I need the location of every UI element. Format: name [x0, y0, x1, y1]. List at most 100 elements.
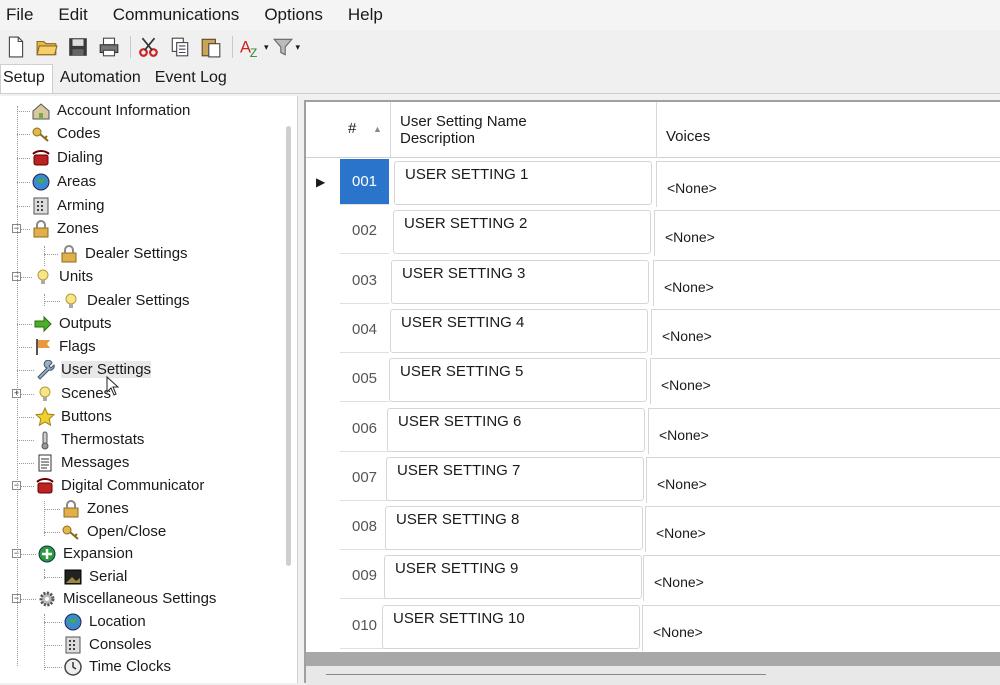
row-number-cell[interactable]: 005: [340, 356, 389, 403]
voices-cell[interactable]: <None>: [645, 506, 1000, 553]
keypad-icon: [62, 634, 84, 656]
tab-automation[interactable]: Automation: [53, 65, 148, 93]
user-setting-name-field[interactable]: USER SETTING 10: [382, 604, 640, 649]
user-setting-name-field[interactable]: USER SETTING 7: [386, 456, 644, 501]
save-icon[interactable]: [64, 34, 92, 60]
tree-item-expansion[interactable]: Expansion: [36, 542, 133, 565]
tree-item-location[interactable]: Location: [62, 610, 146, 633]
tree-connector: [44, 622, 62, 623]
tree-connector: [17, 440, 34, 441]
wrench-icon: [34, 359, 56, 381]
voices-cell[interactable]: <None>: [656, 161, 1000, 207]
table-row[interactable]: 010 USER SETTING 10 <None>: [306, 603, 1000, 652]
tree-item-areas[interactable]: Areas: [30, 170, 96, 193]
voices-cell[interactable]: <None>: [643, 555, 1000, 602]
tree-item-account-information[interactable]: Account Information: [30, 99, 190, 122]
row-number-cell[interactable]: 002: [340, 208, 389, 255]
user-setting-name-field[interactable]: USER SETTING 8: [385, 506, 643, 551]
row-number-cell[interactable]: 001: [340, 159, 389, 205]
table-row[interactable]: ▶ 001 USER SETTING 1 <None>: [306, 159, 1000, 208]
voices-cell[interactable]: <None>: [642, 604, 1000, 651]
tree-item-scenes[interactable]: Scenes: [34, 382, 111, 405]
user-setting-name-field[interactable]: USER SETTING 2: [393, 210, 651, 255]
table-row[interactable]: 009 USER SETTING 9 <None>: [306, 553, 1000, 602]
table-row[interactable]: 006 USER SETTING 6 <None>: [306, 406, 1000, 455]
tree-connector: [44, 501, 45, 536]
horizontal-scrollbar[interactable]: [306, 666, 1000, 685]
tree-scrollbar[interactable]: [286, 126, 291, 566]
row-number-cell[interactable]: 007: [340, 455, 389, 501]
column-header-voices[interactable]: Voices: [666, 128, 710, 145]
user-setting-name-field[interactable]: USER SETTING 5: [389, 358, 647, 403]
tree-item-buttons[interactable]: Buttons: [34, 405, 112, 428]
table-row[interactable]: 007 USER SETTING 7 <None>: [306, 455, 1000, 504]
tree-item-units[interactable]: Units: [32, 265, 93, 288]
user-setting-name-field[interactable]: USER SETTING 3: [391, 259, 649, 304]
tree-item-thermostats[interactable]: Thermostats: [34, 428, 144, 451]
tree-item-label: Consoles: [89, 636, 152, 653]
tree-item-miscellaneous-settings[interactable]: Miscellaneous Settings: [36, 587, 216, 610]
table-row[interactable]: 005 USER SETTING 5 <None>: [306, 356, 1000, 405]
table-row[interactable]: 008 USER SETTING 8 <None>: [306, 504, 1000, 553]
voices-cell[interactable]: <None>: [654, 210, 1000, 257]
user-setting-name-field[interactable]: USER SETTING 6: [387, 407, 645, 452]
table-row[interactable]: 002 USER SETTING 2 <None>: [306, 208, 1000, 257]
row-number-cell[interactable]: 004: [340, 307, 389, 353]
user-setting-name-field[interactable]: USER SETTING 1: [394, 161, 652, 205]
key-icon: [30, 123, 52, 145]
tree-item-digital-communicator[interactable]: Digital Communicator: [34, 474, 204, 497]
tree-item-arming[interactable]: Arming: [30, 194, 105, 217]
user-setting-name-field[interactable]: USER SETTING 4: [390, 308, 648, 353]
tree-item-dealer-settings[interactable]: Dealer Settings: [58, 242, 188, 265]
tab-event-log[interactable]: Event Log: [148, 65, 234, 93]
tree-item-time-clocks[interactable]: Time Clocks: [62, 655, 171, 678]
menu-options[interactable]: Options: [256, 5, 331, 25]
tree-item-flags[interactable]: Flags: [32, 335, 96, 358]
print-icon[interactable]: [95, 34, 123, 60]
tree-item-label: Dealer Settings: [87, 292, 190, 309]
tree-item-user-settings[interactable]: User Settings: [34, 358, 152, 381]
table-row[interactable]: 004 USER SETTING 4 <None>: [306, 307, 1000, 356]
chevron-down-icon[interactable]: ▾: [296, 42, 301, 53]
tree-item-consoles[interactable]: Consoles: [62, 633, 152, 656]
filter-icon[interactable]: [269, 34, 297, 60]
tree-item-codes[interactable]: Codes: [30, 122, 100, 145]
tree-connector: [44, 569, 45, 579]
column-header-name[interactable]: User Setting Name Description: [400, 113, 527, 147]
user-setting-name-field[interactable]: USER SETTING 9: [384, 555, 642, 600]
table-row[interactable]: 003 USER SETTING 3 <None>: [306, 258, 1000, 307]
globe-icon: [62, 611, 84, 633]
bulb-icon: [32, 266, 54, 288]
tree-item-zones[interactable]: Zones: [30, 217, 99, 240]
tree-item-dialing[interactable]: Dialing: [30, 146, 103, 169]
menu-bar: File Edit Communications Options Help: [0, 0, 1000, 30]
voices-cell[interactable]: <None>: [648, 407, 1000, 454]
menu-help[interactable]: Help: [340, 5, 391, 25]
tab-setup[interactable]: Setup: [0, 64, 53, 93]
menu-edit[interactable]: Edit: [50, 5, 95, 25]
tree-item-messages[interactable]: Messages: [34, 451, 129, 474]
copy-icon[interactable]: [166, 34, 194, 60]
tree-item-serial[interactable]: Serial: [62, 565, 127, 588]
sort-az-icon[interactable]: AZ: [237, 34, 265, 60]
voices-cell[interactable]: <None>: [651, 308, 1000, 355]
paste-icon[interactable]: [197, 34, 225, 60]
row-number-cell[interactable]: 006: [340, 406, 389, 452]
tree-item-dealer-settings[interactable]: Dealer Settings: [60, 289, 190, 312]
menu-communications[interactable]: Communications: [105, 5, 248, 25]
tree-item-label: Zones: [87, 500, 129, 517]
tree-item-outputs[interactable]: Outputs: [32, 312, 112, 335]
row-number-cell[interactable]: 009: [340, 553, 389, 600]
voices-cell[interactable]: <None>: [646, 456, 1000, 503]
column-header-number[interactable]: #: [348, 120, 356, 137]
new-file-icon[interactable]: [2, 34, 30, 60]
tree-item-zones[interactable]: Zones: [60, 497, 129, 520]
menu-file[interactable]: File: [0, 5, 41, 25]
row-number-cell[interactable]: 003: [340, 258, 389, 304]
voices-cell[interactable]: <None>: [650, 358, 1000, 405]
cut-icon[interactable]: [135, 34, 163, 60]
open-folder-icon[interactable]: [33, 34, 61, 60]
tree-item-open-close[interactable]: Open/Close: [60, 520, 166, 543]
voices-cell[interactable]: <None>: [653, 259, 1000, 306]
row-number-cell[interactable]: 008: [340, 504, 389, 551]
